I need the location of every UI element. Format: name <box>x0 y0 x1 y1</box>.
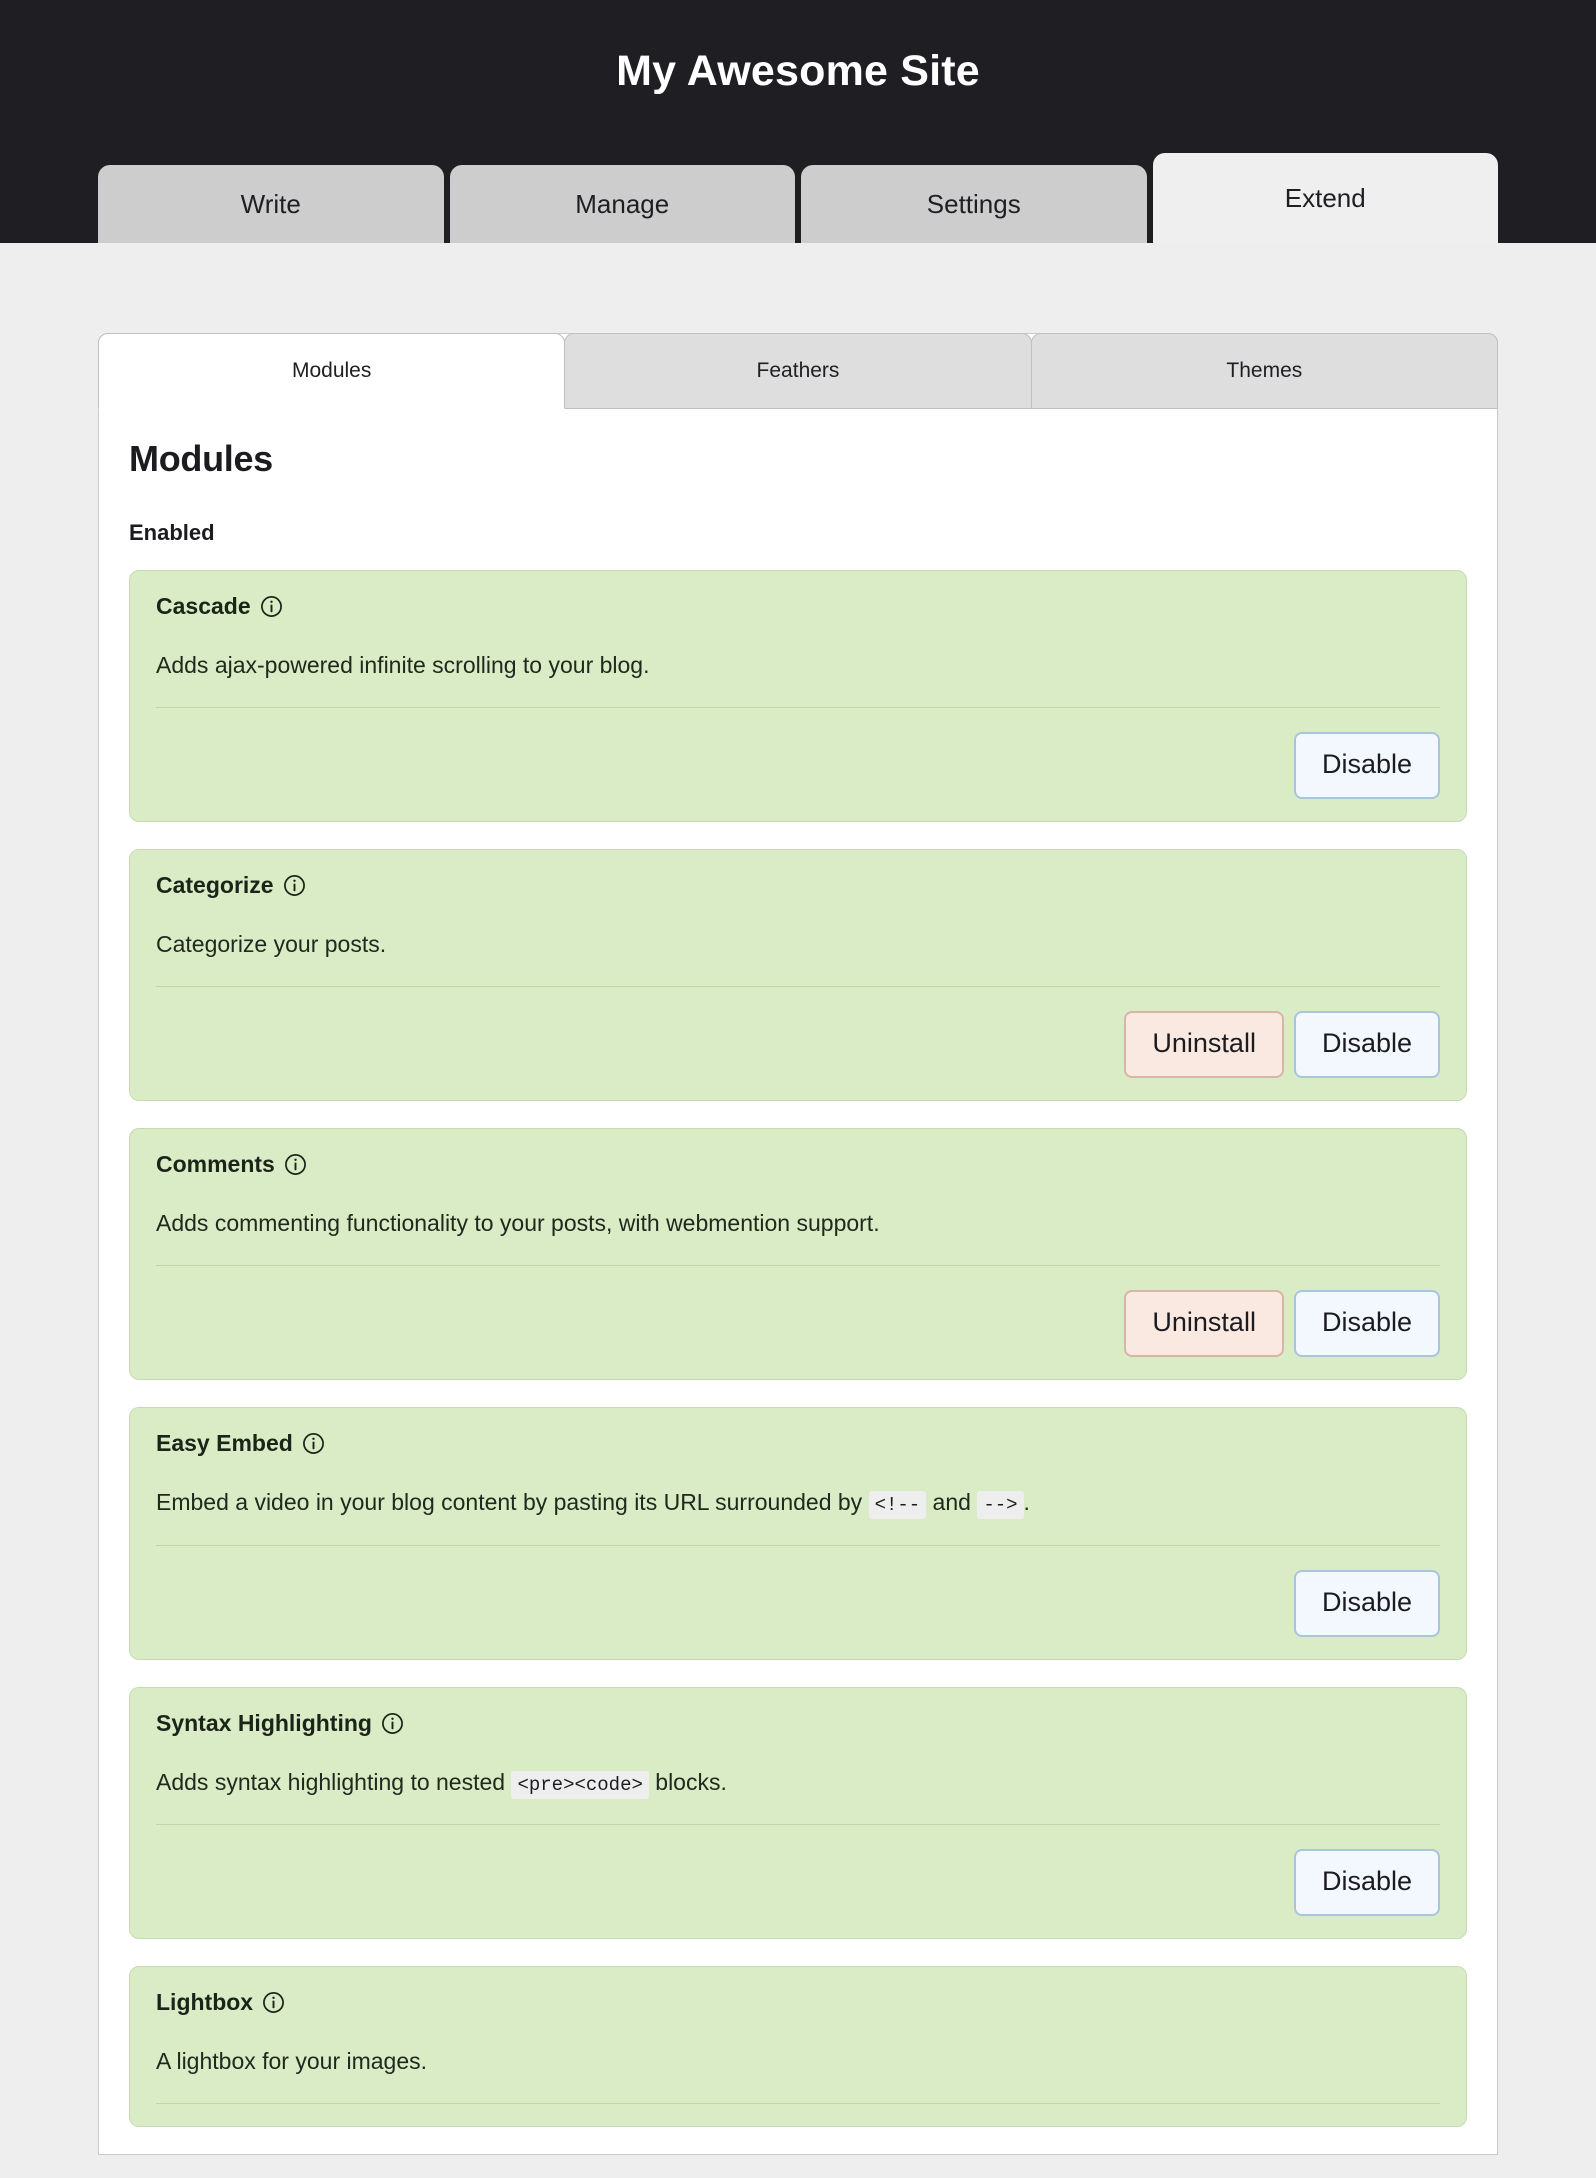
inline-code: --> <box>977 1491 1024 1520</box>
extend-panel: Modules Feathers Themes Modules Enabled Ca… <box>98 333 1498 2156</box>
description-text: Adds ajax-powered infinite scrolling to … <box>156 652 650 678</box>
module-list: Cascade Adds ajax-powered infinite scroll… <box>129 570 1467 2128</box>
top-tab-settings[interactable]: Settings <box>801 165 1147 243</box>
sub-tab-modules[interactable]: Modules <box>98 333 566 409</box>
description-text: and <box>926 1489 978 1516</box>
disable-button[interactable]: Disable <box>1293 1569 1440 1637</box>
module-header: Cascade <box>156 595 1440 618</box>
top-tab-manage[interactable]: Manage <box>449 165 795 243</box>
description-text: Embed a video in your blog content by pa… <box>156 1489 869 1516</box>
info-icon[interactable] <box>284 1153 307 1176</box>
info-icon[interactable] <box>260 595 283 618</box>
module-card-lightbox: Lightbox A lightbox for your images. <box>129 1966 1467 2128</box>
inline-code: <pre><code> <box>511 1770 649 1799</box>
module-name: Cascade <box>156 593 251 619</box>
top-tab-extend[interactable]: Extend <box>1152 153 1498 243</box>
info-icon[interactable] <box>283 874 306 897</box>
module-actions: Uninstall Disable <box>156 987 1440 1079</box>
module-card-easy-embed: Easy Embed Embed a video in your blog con… <box>129 1407 1467 1660</box>
disable-button[interactable]: Disable <box>1293 1011 1440 1079</box>
module-card-comments: Comments Adds commenting functionality to… <box>129 1128 1467 1381</box>
module-header: Easy Embed <box>156 1432 1440 1455</box>
module-card-cascade: Cascade Adds ajax-powered infinite scroll… <box>129 570 1467 823</box>
sub-tab-feathers[interactable]: Feathers <box>564 333 1032 409</box>
module-name: Categorize <box>156 872 274 899</box>
module-actions: Disable <box>156 708 1440 800</box>
module-header: Lightbox <box>156 1991 1440 2014</box>
primary-tab-bar: Write Manage Settings Extend <box>98 153 1498 243</box>
sub-tab-label: Modules <box>291 359 372 382</box>
description-text: A lightbox for your images. <box>156 2048 428 2075</box>
module-description: Categorize your posts. <box>156 929 1440 988</box>
info-icon[interactable] <box>302 1432 325 1455</box>
module-name: Comments <box>156 1151 275 1178</box>
module-actions: Uninstall Disable <box>156 1266 1440 1358</box>
info-icon[interactable] <box>381 1712 404 1735</box>
module-description: A lightbox for your images. <box>156 2046 1440 2105</box>
top-tab-label: Extend <box>1284 183 1366 213</box>
sub-tab-themes[interactable]: Themes <box>1030 333 1498 409</box>
sub-tab-label: Themes <box>1226 359 1303 382</box>
enabled-group-label: Enabled <box>129 520 215 545</box>
module-actions: Disable <box>156 1546 1440 1637</box>
module-name: Lightbox <box>156 1989 254 2016</box>
module-description: Adds commenting functionality to your po… <box>156 1208 1440 1267</box>
module-name: Syntax Highlighting <box>156 1709 372 1736</box>
disable-button[interactable]: Disable <box>1293 732 1440 800</box>
top-tab-label: Manage <box>575 189 670 219</box>
page-title: Modules <box>129 438 273 479</box>
description-text: Adds syntax highlighting to nested <box>156 1768 512 1795</box>
module-header: Syntax Highlighting <box>156 1709 1440 1736</box>
disable-button[interactable]: Disable <box>1293 1290 1440 1358</box>
description-text: Categorize your posts. <box>156 931 387 958</box>
module-description: Adds syntax highlighting to nested <pre>… <box>156 1767 1440 1826</box>
top-tab-write[interactable]: Write <box>98 165 444 243</box>
modules-panel-body: Modules Enabled Cascade Adds ajax-powered… <box>99 410 1497 2128</box>
description-text: . <box>1023 1489 1030 1516</box>
top-tab-label: Settings <box>926 189 1021 219</box>
module-description: Embed a video in your blog content by pa… <box>156 1487 1440 1546</box>
site-title: My Awesome Site <box>616 47 980 95</box>
description-text: Adds commenting functionality to your po… <box>156 1210 880 1237</box>
page-content: Modules Feathers Themes Modules Enabled Ca… <box>0 333 1596 2156</box>
info-icon[interactable] <box>262 1991 285 2014</box>
uninstall-button[interactable]: Uninstall <box>1124 1011 1284 1079</box>
disable-button[interactable]: Disable <box>1293 1849 1440 1917</box>
sub-tab-label: Feathers <box>756 359 840 382</box>
module-description: Adds ajax-powered infinite scrolling to … <box>156 650 1440 709</box>
module-card-categorize: Categorize Categorize your posts. Uninstal… <box>129 849 1467 1102</box>
inline-code: <!-- <box>868 1491 927 1520</box>
module-card-syntax-highlighting: Syntax Highlighting Adds syntax highlight… <box>129 1686 1467 1940</box>
module-name: Easy Embed <box>156 1430 293 1457</box>
top-header-bar: My Awesome Site Write Manage Settings Exten… <box>0 0 1596 243</box>
description-text: blocks. <box>648 1768 727 1795</box>
module-header: Categorize <box>156 874 1440 897</box>
secondary-tab-bar: Modules Feathers Themes <box>98 333 1498 409</box>
uninstall-button[interactable]: Uninstall <box>1124 1290 1284 1358</box>
module-header: Comments <box>156 1153 1440 1176</box>
top-tab-label: Write <box>240 189 301 219</box>
module-actions: Disable <box>156 1825 1440 1917</box>
